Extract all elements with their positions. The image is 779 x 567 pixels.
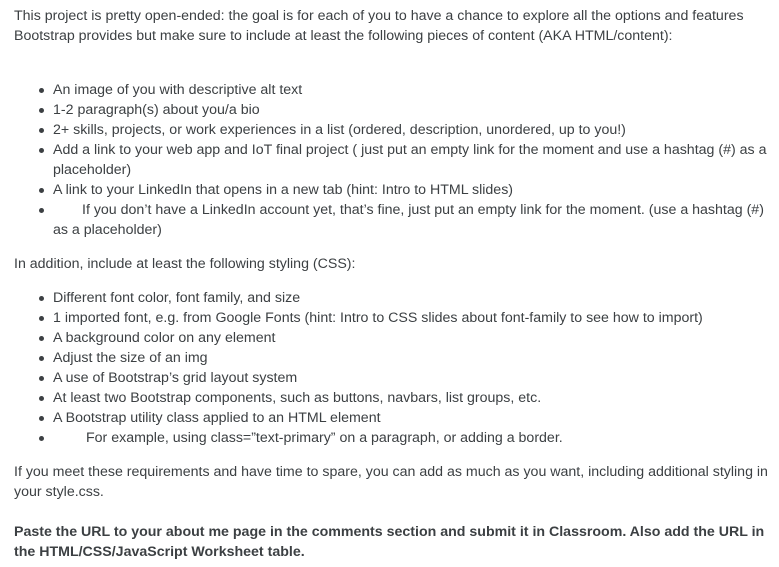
submission-instruction: Paste the URL to your about me page in t… bbox=[14, 524, 765, 560]
content-requirements-list: An image of you with descriptive alt tex… bbox=[14, 80, 771, 240]
list-item: Add a link to your web app and IoT final… bbox=[14, 140, 771, 180]
list-item-text: 1 imported font, e.g. from Google Fonts … bbox=[53, 310, 703, 326]
list-item-text: For example, using class=”text-primary” … bbox=[86, 430, 563, 446]
styling-requirements-list: Different font color, font family, and s… bbox=[14, 288, 771, 448]
styling-intro: In addition, include at least the follow… bbox=[14, 256, 356, 272]
list-item: 2+ skills, projects, or work experiences… bbox=[14, 120, 771, 140]
list-item-text: 2+ skills, projects, or work experiences… bbox=[53, 122, 626, 138]
list-item-text: Add a link to your web app and IoT final… bbox=[53, 142, 767, 178]
list-item-text: If you don’t have a LinkedIn account yet… bbox=[53, 202, 764, 238]
list-item-text: Adjust the size of an img bbox=[53, 350, 208, 366]
list-item-text: A use of Bootstrap’s grid layout system bbox=[53, 370, 298, 386]
intro-paragraph: This project is pretty open-ended: the g… bbox=[14, 8, 744, 44]
list-item-text: A Bootstrap utility class applied to an … bbox=[53, 410, 381, 426]
list-item-text: A background color on any element bbox=[53, 330, 276, 346]
assignment-document: This project is pretty open-ended: the g… bbox=[0, 0, 779, 562]
list-item-sub: If you don’t have a LinkedIn account yet… bbox=[14, 200, 771, 240]
list-item-text: 1-2 paragraph(s) about you/a bio bbox=[53, 102, 260, 118]
list-item: A background color on any element bbox=[14, 328, 771, 348]
list-item-text: A link to your LinkedIn that opens in a … bbox=[53, 182, 514, 198]
list-item-text: At least two Bootstrap components, such … bbox=[53, 390, 542, 406]
list-item: At least two Bootstrap components, such … bbox=[14, 388, 771, 408]
list-item: Different font color, font family, and s… bbox=[14, 288, 771, 308]
list-item-sub: For example, using class=”text-primary” … bbox=[14, 428, 771, 448]
list-item: A use of Bootstrap’s grid layout system bbox=[14, 368, 771, 388]
list-item: A Bootstrap utility class applied to an … bbox=[14, 408, 771, 428]
list-item: A link to your LinkedIn that opens in a … bbox=[14, 180, 771, 200]
list-item: An image of you with descriptive alt tex… bbox=[14, 80, 771, 100]
list-item-text: An image of you with descriptive alt tex… bbox=[53, 82, 303, 98]
list-item-text: Different font color, font family, and s… bbox=[53, 290, 301, 306]
list-item: Adjust the size of an img bbox=[14, 348, 771, 368]
list-item: 1-2 paragraph(s) about you/a bio bbox=[14, 100, 771, 120]
outro-paragraph: If you meet these requirements and have … bbox=[14, 464, 768, 500]
list-item: 1 imported font, e.g. from Google Fonts … bbox=[14, 308, 771, 328]
